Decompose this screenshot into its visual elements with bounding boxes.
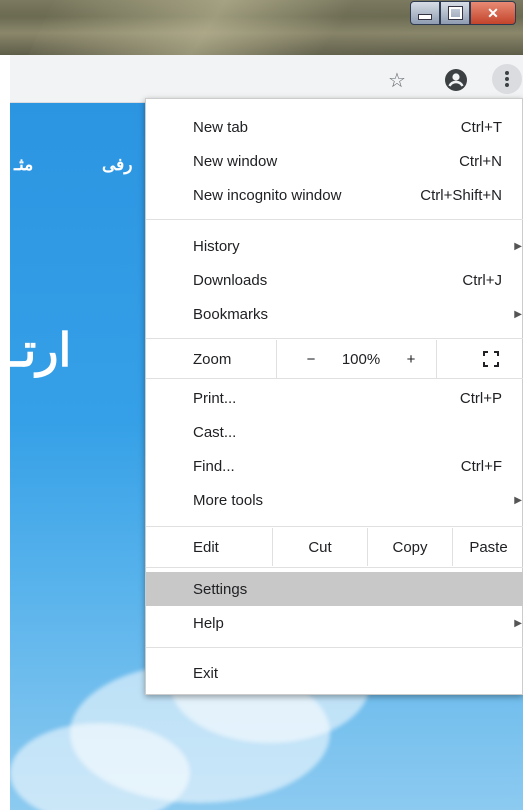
window-controls: ✕ xyxy=(410,1,516,27)
submenu-arrow-icon: ▶ xyxy=(514,494,522,506)
zoom-out-button[interactable]: − xyxy=(296,340,326,378)
menu-item-new-tab[interactable]: New tab Ctrl+T xyxy=(146,110,523,144)
maximize-button[interactable] xyxy=(440,1,470,25)
menu-item-help[interactable]: Help ▶ xyxy=(146,606,523,640)
paste-button[interactable]: Paste xyxy=(453,528,523,566)
zoom-row: Zoom − 100% + xyxy=(146,340,523,378)
menu-item-exit[interactable]: Exit xyxy=(146,656,523,690)
menu-item-find[interactable]: Find... Ctrl+F xyxy=(146,449,523,483)
menu-item-label: Settings xyxy=(193,580,248,598)
menu-item-shortcut: Ctrl+J xyxy=(462,271,502,289)
menu-item-label: Exit xyxy=(193,664,219,682)
menu-item-history[interactable]: History ▶ xyxy=(146,229,523,263)
menu-item-more-tools[interactable]: More tools ▶ xyxy=(146,483,523,517)
menu-item-label: Help xyxy=(193,614,224,632)
maximize-icon xyxy=(447,6,463,20)
submenu-arrow-icon: ▶ xyxy=(514,617,522,629)
kebab-menu-icon[interactable] xyxy=(492,64,522,94)
submenu-arrow-icon: ▶ xyxy=(514,240,522,252)
chrome-main-menu: New tab Ctrl+T New window Ctrl+N New inc… xyxy=(145,98,523,695)
menu-separator xyxy=(146,338,523,339)
menu-item-label: Bookmarks xyxy=(193,305,269,323)
zoom-label: Zoom xyxy=(193,350,232,368)
copy-button[interactable]: Copy xyxy=(368,528,452,566)
menu-item-cast[interactable]: Cast... xyxy=(146,415,523,449)
bookmark-star-icon[interactable]: ☆ xyxy=(384,67,410,93)
menu-separator xyxy=(146,219,523,220)
menu-item-bookmarks[interactable]: Bookmarks ▶ xyxy=(146,297,523,331)
menu-item-label: Cast... xyxy=(193,423,237,441)
menu-item-shortcut: Ctrl+P xyxy=(459,389,502,407)
menu-separator xyxy=(146,378,523,379)
menu-item-new-window[interactable]: New window Ctrl+N xyxy=(146,144,523,178)
menu-item-print[interactable]: Print... Ctrl+P xyxy=(146,381,523,415)
zoom-in-button[interactable]: + xyxy=(396,340,426,378)
browser-toolbar: ☆ xyxy=(10,55,523,103)
fullscreen-button[interactable] xyxy=(476,340,506,378)
nav-link[interactable]: رفی xyxy=(102,155,133,175)
menu-item-shortcut: Ctrl+F xyxy=(460,457,502,475)
nav-link[interactable]: مثـ xyxy=(14,155,33,175)
account-icon[interactable] xyxy=(443,67,469,93)
zoom-divider xyxy=(436,340,437,378)
menu-item-shortcut: Ctrl+T xyxy=(460,118,502,136)
minimize-icon xyxy=(418,14,432,20)
edit-row: Edit Cut Copy Paste xyxy=(146,528,523,566)
menu-item-shortcut: Ctrl+N xyxy=(459,152,502,170)
menu-item-new-incognito-window[interactable]: New incognito window Ctrl+Shift+N xyxy=(146,178,523,212)
zoom-level: 100% xyxy=(341,350,381,368)
close-icon: ✕ xyxy=(487,4,499,21)
minimize-button[interactable] xyxy=(410,1,440,25)
menu-separator xyxy=(146,567,523,568)
cut-button[interactable]: Cut xyxy=(273,528,367,566)
menu-item-shortcut: Ctrl+Shift+N xyxy=(420,186,502,204)
zoom-divider xyxy=(276,340,277,378)
fullscreen-icon xyxy=(483,351,499,367)
menu-item-settings[interactable]: Settings xyxy=(146,572,523,606)
menu-item-downloads[interactable]: Downloads Ctrl+J xyxy=(146,263,523,297)
menu-separator xyxy=(146,526,523,527)
hero-heading: ارتـ xyxy=(10,324,72,376)
submenu-arrow-icon: ▶ xyxy=(514,308,522,320)
close-button[interactable]: ✕ xyxy=(470,1,516,25)
menu-item-label: More tools xyxy=(193,491,264,509)
menu-item-label: History xyxy=(193,237,240,255)
window-titlebar: ✕ xyxy=(0,0,523,55)
menu-separator xyxy=(146,647,523,648)
edit-label: Edit xyxy=(193,538,219,556)
